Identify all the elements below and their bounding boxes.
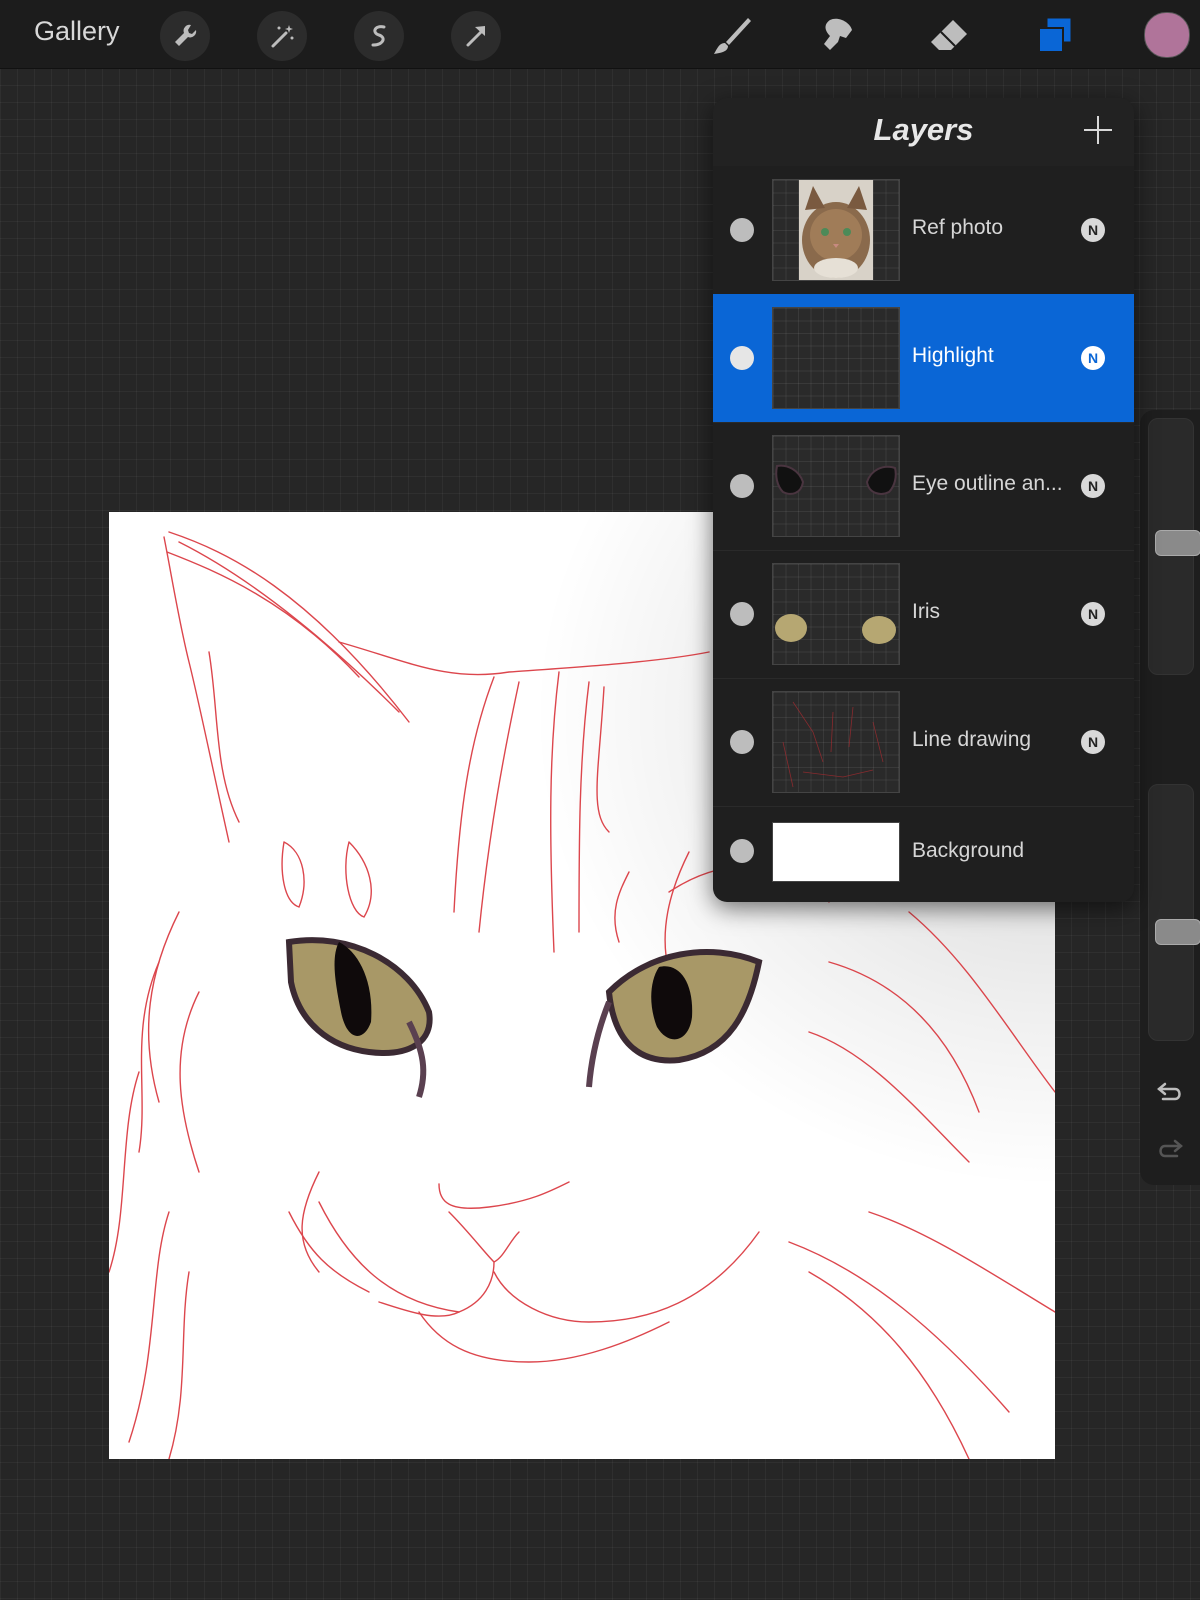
top-toolbar: Gallery xyxy=(0,0,1200,69)
layer-row-line-drawing[interactable]: Line drawing N xyxy=(713,678,1134,807)
layers-header: Layers xyxy=(713,98,1134,166)
opacity-slider-thumb[interactable] xyxy=(1155,919,1200,945)
layers-panel: Layers Ref photo N Highlight N Eye outli… xyxy=(713,98,1134,902)
eraser-button[interactable] xyxy=(923,10,975,62)
blend-mode-badge[interactable]: N xyxy=(1081,346,1105,370)
blend-mode-badge[interactable]: N xyxy=(1081,218,1105,242)
layer-visibility-toggle[interactable] xyxy=(730,730,754,754)
actions-button[interactable] xyxy=(160,11,210,61)
brush-icon xyxy=(714,18,751,54)
redo-icon xyxy=(1159,1139,1183,1158)
layer-row-background[interactable]: Background xyxy=(713,806,1134,902)
layer-row-ref-photo[interactable]: Ref photo N xyxy=(713,166,1134,295)
undo-button[interactable] xyxy=(1154,1075,1186,1107)
selection-button[interactable] xyxy=(354,11,404,61)
cat-photo-thumbnail xyxy=(799,180,873,280)
layer-row-eye-outline[interactable]: Eye outline an... N xyxy=(713,422,1134,551)
plus-icon xyxy=(1084,116,1112,144)
brush-size-slider-thumb[interactable] xyxy=(1155,530,1200,556)
brush-size-slider[interactable] xyxy=(1148,418,1200,675)
layer-visibility-toggle[interactable] xyxy=(730,474,754,498)
eye-outline-thumbnail xyxy=(775,464,897,495)
layer-thumbnail xyxy=(772,691,900,793)
layer-name: Line drawing xyxy=(912,728,1032,751)
layer-name: Ref photo xyxy=(912,216,1004,239)
layer-row-highlight[interactable]: Highlight N xyxy=(713,294,1134,423)
layer-name: Eye outline an... xyxy=(912,472,1063,495)
layer-row-iris[interactable]: Iris N xyxy=(713,550,1134,679)
selection-icon xyxy=(371,25,386,47)
layers-icon xyxy=(1038,17,1072,53)
layer-thumbnail xyxy=(772,307,900,409)
layer-visibility-toggle[interactable] xyxy=(730,346,754,370)
layer-thumbnail xyxy=(772,822,900,882)
layer-visibility-toggle[interactable] xyxy=(730,602,754,626)
layer-name: Background xyxy=(912,839,1025,862)
left-eye xyxy=(285,937,433,1098)
blend-mode-badge[interactable]: N xyxy=(1081,602,1105,626)
layer-thumbnail xyxy=(772,435,900,537)
smudge-button[interactable] xyxy=(812,10,864,62)
layer-name: Iris xyxy=(912,600,940,623)
transform-button[interactable] xyxy=(451,11,501,61)
layer-visibility-toggle[interactable] xyxy=(730,218,754,242)
add-layer-button[interactable] xyxy=(1080,112,1116,148)
smudge-icon xyxy=(824,18,852,50)
blend-mode-badge[interactable]: N xyxy=(1081,474,1105,498)
iris-thumbnail xyxy=(775,614,896,644)
color-swatch[interactable] xyxy=(1144,12,1190,58)
gallery-button[interactable]: Gallery xyxy=(34,16,120,47)
undo-icon xyxy=(1157,1082,1181,1101)
blend-mode-badge[interactable]: N xyxy=(1081,730,1105,754)
layer-name: Highlight xyxy=(912,344,994,367)
brush-button[interactable] xyxy=(706,10,758,62)
adjustments-button[interactable] xyxy=(257,11,307,61)
eraser-icon xyxy=(931,20,967,50)
layer-visibility-toggle[interactable] xyxy=(730,839,754,863)
layer-thumbnail xyxy=(772,563,900,665)
transform-arrow-icon xyxy=(466,26,485,47)
magic-wand-icon xyxy=(271,25,294,48)
redo-button[interactable] xyxy=(1154,1132,1186,1164)
side-slider-bar xyxy=(1140,410,1200,1185)
line-drawing-thumbnail xyxy=(782,701,884,788)
layer-thumbnail xyxy=(772,179,900,281)
layers-button[interactable] xyxy=(1029,10,1081,62)
opacity-slider[interactable] xyxy=(1148,784,1200,1041)
layers-title: Layers xyxy=(873,112,974,147)
wrench-icon xyxy=(175,24,197,46)
right-eye xyxy=(586,949,763,1088)
